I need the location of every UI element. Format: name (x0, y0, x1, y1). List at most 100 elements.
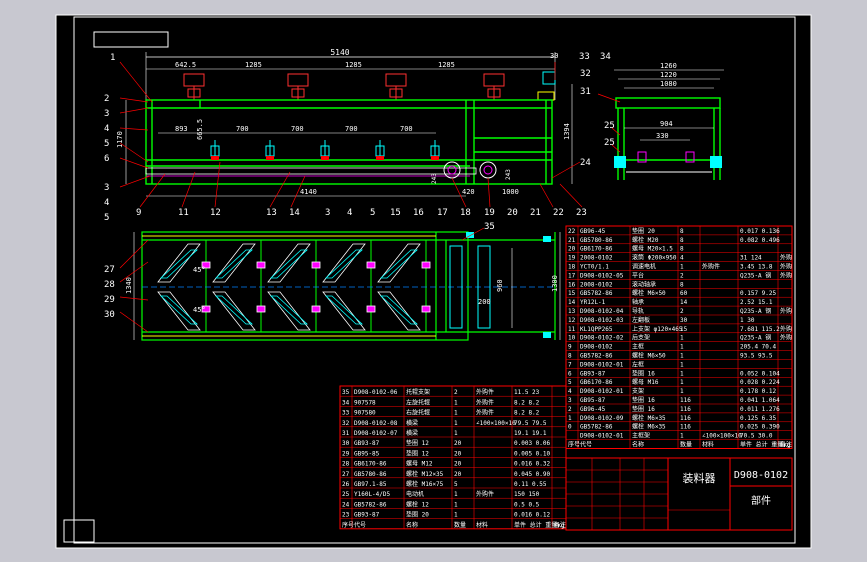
table-cell: D908-0102-03 (580, 317, 624, 324)
table-cell: 上支架 φ120×465 (632, 325, 683, 333)
table-cell: 8 (680, 237, 684, 244)
table-cell: 螺栓 M12×35 (406, 470, 444, 478)
table-cell: GB5782-86 (580, 353, 613, 360)
table-cell: 垫圈 16 (632, 405, 655, 413)
table-cell: D908-0102-08 (354, 420, 398, 427)
table-cell: 1 (454, 420, 458, 427)
table-cell: 1 (454, 512, 458, 519)
table-cell: D908-0102-06 (354, 389, 398, 396)
balloon-21: 21 (530, 208, 541, 218)
table-cell: 1 (454, 501, 458, 508)
dim-1300: 1300 (551, 275, 559, 292)
table-cell: 8 (680, 246, 684, 253)
table-cell: GB93-87 (580, 370, 606, 377)
table-cell: 11.5 23 (514, 389, 540, 396)
table-cell: 32 (342, 420, 350, 427)
table-cell: 外购 (780, 271, 792, 279)
table-cell: 30 (342, 440, 350, 447)
table-cell: GB6170-86 (354, 461, 387, 468)
dim-1340: 1340 (125, 277, 133, 294)
table-cell: 外购件 (476, 398, 494, 406)
table-cell: 0.11 0.55 (514, 481, 547, 488)
balloon-13: 13 (266, 208, 277, 218)
flap-pivot (366, 305, 376, 313)
table-cell: 外购件 (476, 388, 494, 396)
table-cell: 150 150 (514, 491, 540, 498)
table-cell: 1 (680, 370, 684, 377)
balloon-b4: 4 (347, 208, 352, 218)
table-cell: D908-0102-09 (580, 415, 624, 422)
table-cell: GB5782-86 (354, 501, 387, 508)
table-cell: 螺母 M16 (632, 378, 659, 386)
dim-960: 960 (496, 279, 504, 292)
table-cell: 外购 (780, 263, 792, 271)
table-cell: 1 30 (740, 317, 755, 324)
table-cell: 电动机 (406, 490, 424, 498)
table-cell: 6 (568, 370, 572, 377)
dim-665: 665.5 (196, 119, 204, 140)
table-cell: 垫圈 16 (632, 369, 655, 377)
dim-1260: 1260 (660, 62, 677, 70)
table-cell: 0.041 1.064 (740, 397, 780, 404)
table-cell: Y160L-4/D5 (354, 491, 391, 498)
drawing-title: 装料器 (683, 471, 716, 485)
table-cell: 2 (568, 406, 572, 413)
table-cell: 11 (568, 326, 576, 333)
table-cell: 0.045 0.90 (514, 471, 551, 478)
table-cell: 31 (342, 430, 350, 437)
dim-700-d: 700 (400, 125, 413, 133)
table-cell: 1 (454, 491, 458, 498)
table-cell: GB95-87 (580, 397, 606, 404)
table-cell: 0.003 0.06 (514, 440, 551, 447)
table-cell: 滚筒 Φ200×950 (632, 254, 677, 262)
table-cell: 4 (680, 255, 684, 262)
table-cell: 2 (680, 308, 684, 315)
table-header-cell: 序号 (342, 521, 354, 529)
table-cell: D908-0102-01 (580, 388, 624, 395)
table-cell: 31 124 (740, 255, 762, 262)
dim-1285-b: 1285 (345, 61, 362, 69)
table-cell: 2008-0102 (580, 255, 613, 262)
table-cell: D908-0102 (580, 344, 613, 351)
table-cell: 1 (680, 353, 684, 360)
table-cell: 螺栓 M6×50 (632, 352, 666, 360)
table-cell: 0.016 0.32 (514, 461, 551, 468)
table-cell: 17 (568, 272, 576, 279)
table-header-cell: 材料 (476, 521, 488, 529)
table-cell: 左框 (632, 360, 644, 368)
table-cell: 93.5 93.5 (740, 353, 773, 360)
table-cell: 79.5 79.5 (514, 420, 547, 427)
dim-1080: 1080 (660, 80, 677, 88)
table-cell: 调速电机 (632, 263, 656, 271)
balloon-33: 33 (579, 52, 590, 62)
table-cell: 0 (568, 424, 572, 431)
dim-420: 420 (462, 188, 475, 196)
flap-pivot (311, 261, 321, 269)
table-cell: 907580 (354, 410, 376, 417)
table-cell: 主框 (632, 343, 644, 351)
table-cell: 滚动轴承 (632, 280, 656, 288)
table-cell: 1 (680, 335, 684, 342)
drawing-code: D908-0102 (734, 470, 788, 481)
table-cell: 1 (680, 388, 684, 395)
flap-pivot (256, 305, 266, 313)
table-cell: D908-0102-07 (354, 430, 398, 437)
table-cell: 左旋托辊 (406, 398, 430, 406)
table-cell: D908-0102-02 (580, 335, 624, 342)
table-cell: 1 (680, 264, 684, 271)
table-cell: 20 (454, 461, 462, 468)
table-cell: 平台 (632, 271, 644, 279)
table-cell: 1 (454, 430, 458, 437)
dim-893: 893 (175, 125, 188, 133)
table-cell: 20 (454, 471, 462, 478)
dim-1220: 1220 (660, 71, 677, 79)
dim-700-b: 700 (291, 125, 304, 133)
table-cell: 20 (568, 246, 576, 253)
table-cell: 0.005 0.10 (514, 450, 551, 457)
table-cell: 7 (568, 361, 572, 368)
table-cell: 螺栓 12 (406, 500, 429, 508)
table-cell: 116 (680, 397, 691, 404)
table-cell: 19.1 19.1 (514, 430, 547, 437)
balloon-15: 15 (390, 208, 401, 218)
table-cell: 20 (454, 450, 462, 457)
